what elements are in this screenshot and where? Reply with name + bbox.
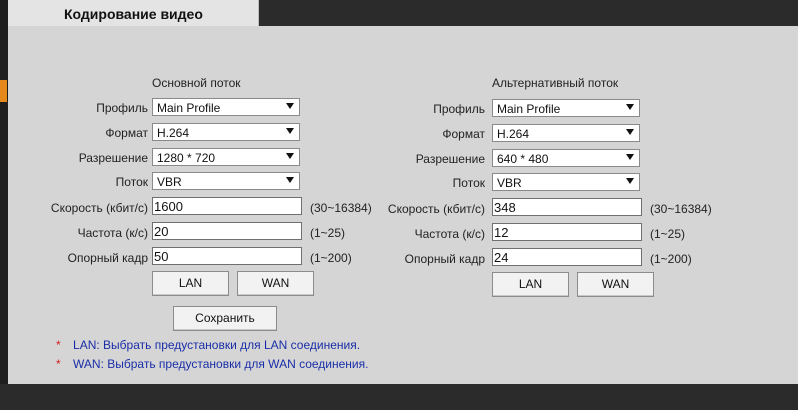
main-lan-button[interactable]: LAN	[152, 271, 229, 296]
main-stream-title: Основной поток	[152, 76, 241, 90]
note-wan-star: *	[56, 357, 61, 371]
alt-keyframe-input[interactable]: 24	[492, 248, 642, 266]
alt-resolution-label: Разрешение	[415, 152, 485, 166]
dropdown-arrow-icon	[286, 177, 294, 183]
alt-stream-type-select[interactable]: VBR	[492, 173, 640, 191]
alt-resolution-select[interactable]: 640 * 480	[492, 149, 640, 167]
note-wan: * WAN: Выбрать предустановки для WAN сое…	[56, 357, 368, 371]
alt-profile-value: Main Profile	[497, 102, 561, 116]
dropdown-arrow-icon	[286, 128, 294, 134]
note-wan-text: WAN: Выбрать предустановки для WAN соеди…	[73, 357, 369, 371]
header-tab: Кодирование видео	[8, 0, 259, 26]
alt-resolution-value: 640 * 480	[497, 152, 549, 166]
alt-bitrate-input[interactable]: 348	[492, 198, 642, 216]
alt-fps-input[interactable]: 12	[492, 223, 642, 241]
main-keyframe-label: Опорный кадр	[67, 251, 148, 265]
main-resolution-value: 1280 * 720	[157, 151, 216, 165]
settings-panel: Основной поток Профиль Main Profile Форм…	[8, 26, 798, 384]
main-resolution-select[interactable]: 1280 * 720	[152, 148, 300, 166]
note-lan-star: *	[56, 338, 61, 352]
dropdown-arrow-icon	[626, 178, 634, 184]
page-title: Кодирование видео	[64, 6, 203, 22]
note-lan: * LAN: Выбрать предустановки для LAN сое…	[56, 338, 360, 352]
dropdown-arrow-icon	[626, 104, 634, 110]
alt-stream-type-label: Поток	[452, 176, 485, 190]
alt-keyframe-value: 24	[494, 250, 509, 265]
alt-format-label: Формат	[442, 127, 485, 141]
main-fps-input[interactable]: 20	[152, 222, 302, 240]
save-button[interactable]: Сохранить	[173, 306, 277, 331]
alt-bitrate-value: 348	[494, 200, 516, 215]
main-fps-range: (1~25)	[310, 226, 346, 240]
main-stream-type-label: Поток	[115, 175, 148, 189]
main-keyframe-value: 50	[154, 249, 169, 264]
main-bitrate-value: 1600	[154, 199, 183, 214]
alt-fps-value: 12	[494, 225, 509, 240]
dropdown-arrow-icon	[626, 129, 634, 135]
main-stream-type-select[interactable]: VBR	[152, 172, 300, 190]
main-bitrate-label: Скорость (кбит/с)	[50, 201, 148, 215]
note-lan-text: LAN: Выбрать предустановки для LAN соеди…	[73, 338, 361, 352]
alt-lan-button[interactable]: LAN	[492, 272, 569, 297]
alt-fps-range: (1~25)	[650, 227, 686, 241]
alt-stream-title: Альтернативный поток	[492, 76, 619, 90]
main-keyframe-input[interactable]: 50	[152, 247, 302, 265]
alt-wan-button[interactable]: WAN	[577, 272, 654, 297]
active-menu-marker	[0, 80, 7, 102]
left-sidebar-edge	[0, 0, 8, 410]
main-fps-label: Частота (к/с)	[77, 226, 148, 240]
main-profile-select[interactable]: Main Profile	[152, 98, 300, 116]
main-format-value: H.264	[157, 126, 190, 140]
main-stream-type-value: VBR	[157, 175, 182, 189]
main-format-select[interactable]: H.264	[152, 123, 300, 141]
alt-format-value: H.264	[497, 127, 530, 141]
alt-keyframe-range: (1~200)	[650, 252, 692, 266]
main-profile-label: Профиль	[96, 101, 148, 115]
main-fps-value: 20	[154, 224, 169, 239]
alt-stream-type-value: VBR	[497, 176, 522, 190]
alt-profile-select[interactable]: Main Profile	[492, 99, 640, 117]
alt-bitrate-label: Скорость (кбит/с)	[387, 202, 485, 216]
main-resolution-label: Разрешение	[78, 151, 148, 165]
alt-fps-label: Частота (к/с)	[414, 227, 485, 241]
main-format-label: Формат	[105, 126, 148, 140]
bottom-bar	[0, 384, 798, 410]
alt-format-select[interactable]: H.264	[492, 124, 640, 142]
alt-profile-label: Профиль	[433, 102, 485, 116]
main-wan-button[interactable]: WAN	[237, 271, 314, 296]
main-bitrate-input[interactable]: 1600	[152, 197, 302, 215]
alt-keyframe-label: Опорный кадр	[404, 252, 485, 266]
alt-bitrate-range: (30~16384)	[650, 202, 712, 216]
main-profile-value: Main Profile	[157, 101, 221, 115]
dropdown-arrow-icon	[626, 154, 634, 160]
dropdown-arrow-icon	[286, 153, 294, 159]
dropdown-arrow-icon	[286, 103, 294, 109]
